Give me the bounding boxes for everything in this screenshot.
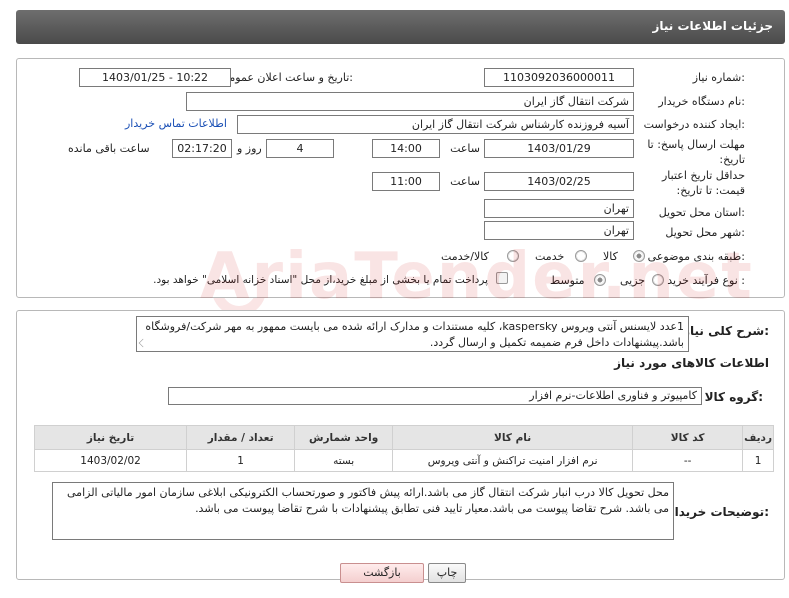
cell-code: -- [632, 449, 744, 472]
category-service-radio[interactable] [575, 250, 587, 262]
province-label: استان محل تحویل: [658, 206, 745, 219]
table-header-row: ردیف کد کالا نام کالا واحد شمارش تعداد /… [33, 425, 774, 450]
process-minor-radio[interactable] [652, 274, 664, 286]
validity-time-field: 11:00 [372, 172, 440, 191]
deadline-label: مهلت ارسال پاسخ: تا تاریخ: [647, 138, 745, 166]
city-field: تهران [484, 221, 634, 240]
days-label: روز و [237, 142, 262, 155]
creator-field: آسیه فروزنده کارشناس شرکت انتقال گاز ایر… [237, 115, 634, 134]
province-field: تهران [484, 199, 634, 218]
days-remaining-field: 4 [266, 139, 334, 158]
table-row: 1 -- نرم افزار امنیت تراکنش و آنتی ویروس… [33, 449, 774, 472]
page-title: جزئیات اطلاعات نیاز [652, 19, 773, 33]
cell-date: 1403/02/02 [33, 449, 188, 472]
need-number-label: شماره نیاز: [692, 71, 745, 84]
validity-date-field: 1403/02/25 [484, 172, 634, 191]
buyer-field: شرکت انتقال گاز ایران [186, 92, 634, 111]
goods-table-grid: ردیف کد کالا نام کالا واحد شمارش تعداد /… [33, 425, 774, 472]
description-textarea[interactable]: 1عدد لایسنس آنتی ویروس kaspersky، کلیه م… [136, 316, 689, 352]
goods-group-field: کامپیوتر و فناوری اطلاعات-نرم افزار [168, 387, 702, 405]
goods-group-label: گروه کالا: [704, 390, 763, 404]
page-header: جزئیات اطلاعات نیاز [16, 10, 785, 44]
description-label: شرح کلی نیاز: [683, 324, 769, 338]
col-code: کد کالا [632, 425, 744, 450]
deadline-time-label: ساعت [450, 142, 480, 155]
announce-label: تاریخ و ساعت اعلان عمومی: [220, 71, 353, 84]
cell-qty: 1 [186, 449, 296, 472]
col-qty: تعداد / مقدار [186, 425, 296, 450]
buyer-label: نام دستگاه خریدار: [658, 95, 745, 108]
validity-time-label: ساعت [450, 175, 480, 188]
category-label: طبقه بندی موضوعی: [647, 250, 745, 263]
category-service-label: خدمت [535, 250, 565, 263]
buyer-notes-label: توضیحات خریدار: [667, 505, 769, 519]
treasury-payment-checkbox[interactable] [496, 272, 508, 284]
category-goods-service-radio[interactable] [507, 250, 519, 262]
validity-label: حداقل تاریخ اعتبار قیمت: تا تاریخ: [661, 169, 745, 197]
announce-field: 1403/01/25 - 10:22 [79, 68, 231, 87]
contact-info-link[interactable]: اطلاعات تماس خریدار [125, 117, 227, 130]
deadline-time-field: 14:00 [372, 139, 440, 158]
deadline-date-field: 1403/01/29 [484, 139, 634, 158]
treasury-payment-note: پرداخت تمام یا بخشی از مبلغ خرید،از محل … [153, 274, 488, 286]
need-number-field: 1103092036000011 [484, 68, 634, 87]
goods-table: ردیف کد کالا نام کالا واحد شمارش تعداد /… [33, 425, 774, 472]
remaining-time-field: 02:17:20 [172, 139, 232, 158]
col-date: تاریخ نیاز [33, 425, 188, 450]
city-label: شهر محل تحویل: [665, 226, 745, 239]
cell-row: 1 [742, 449, 774, 472]
cell-name: نرم افزار امنیت تراکنش و آنتی ویروس [392, 449, 634, 472]
category-goods-radio[interactable] [633, 250, 645, 262]
print-button[interactable]: چاپ [428, 563, 466, 583]
process-medium-label: متوسط [550, 274, 585, 287]
process-medium-radio[interactable] [594, 274, 606, 286]
cell-unit: بسته [294, 449, 394, 472]
remaining-time-label: ساعت باقی مانده [68, 142, 150, 155]
process-minor-label: جزیی [620, 274, 646, 287]
col-name: نام کالا [392, 425, 634, 450]
back-button[interactable]: بازگشت [340, 563, 424, 583]
col-unit: واحد شمارش [294, 425, 394, 450]
creator-label: ایجاد کننده درخواست: [643, 118, 745, 131]
category-goods-service-label: کالا/خدمت [441, 250, 489, 263]
category-goods-label: کالا [603, 250, 618, 263]
process-label: نوع فرآیند خرید : [667, 274, 745, 287]
col-row: ردیف [742, 425, 774, 450]
buyer-notes-textarea[interactable]: محل تحویل کالا درب انبار شرکت انتقال گاز… [52, 482, 674, 540]
goods-section-title: اطلاعات کالاهای مورد نیاز [614, 356, 769, 370]
